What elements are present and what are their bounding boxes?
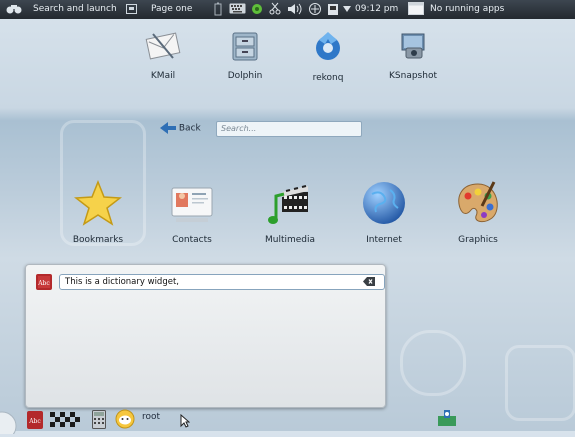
no-running-apps-label: No running apps [430,4,505,14]
user-label[interactable]: root [142,412,160,422]
updates-icon[interactable] [250,0,264,19]
category-contacts[interactable]: Contacts [152,180,232,245]
category-label: Graphics [458,235,498,245]
dictionary-widget: Abc This is a dictionary widget, [25,264,386,408]
svg-text:Abc: Abc [28,418,41,425]
clock[interactable]: 09:12 pm [355,0,398,19]
battery-icon[interactable] [214,0,222,19]
dictionary-applet-icon[interactable]: Abc [26,410,44,433]
category-label: Contacts [172,235,212,245]
dictionary-icon: Abc [35,273,53,294]
favorite-ksnapshot[interactable]: KSnapshot [378,30,448,81]
favorite-rekonq[interactable]: rekonq [293,30,363,83]
category-multimedia[interactable]: Multimedia [250,180,330,245]
favorite-label: KMail [150,71,176,81]
network-icon[interactable] [308,0,322,19]
category-graphics[interactable]: Graphics [438,180,518,245]
page-one-button[interactable]: Page one [151,0,192,19]
search-and-launch-button[interactable]: Search and launch [33,0,117,19]
file-cabinet-icon [229,32,261,65]
page-icon [126,0,137,19]
globe-icon [360,182,408,229]
mouse-cursor-icon [180,413,191,431]
category-label: Internet [366,235,402,245]
favorite-label: Dolphin [227,71,263,81]
kickoff-corner-icon[interactable] [0,408,18,437]
multimedia-icon [266,185,314,229]
top-panel: Search and launch Page one 09:12 pm No r… [0,0,575,19]
star-icon [73,179,123,229]
chevron-down-icon[interactable] [343,0,351,19]
clear-icon[interactable] [363,277,375,289]
contact-card-icon [168,187,216,229]
screenshot-icon [397,33,429,65]
categories-row: Bookmarks Contacts Multimedia Internet G… [0,179,575,260]
browser-icon [311,32,345,67]
taskbar-icon [408,0,424,19]
favorite-label: rekonq [312,73,344,83]
category-label: Bookmarks [72,235,124,245]
device-notifier-icon[interactable] [327,0,339,19]
binoculars-icon[interactable] [6,0,22,19]
network-tray-icon[interactable] [436,408,458,431]
category-label: Multimedia [264,235,316,245]
navigation-bar: Back Search... [0,120,575,140]
background-shape [400,330,466,396]
favorites-row: KMail Dolphin rekonq KSnapshot [0,20,575,110]
calculator-icon[interactable] [92,410,106,432]
category-bookmarks[interactable]: Bookmarks [58,179,138,245]
bottom-panel: Abc root [0,406,575,437]
mail-icon [145,32,181,65]
svg-text:Abc: Abc [37,280,50,287]
dictionary-input[interactable]: This is a dictionary widget, [59,274,385,290]
category-internet[interactable]: Internet [344,180,424,245]
favorite-kmail[interactable]: KMail [128,30,198,81]
back-button[interactable]: Back [160,122,201,134]
volume-icon[interactable] [287,0,303,19]
back-label: Back [178,123,201,134]
favorite-label: KSnapshot [389,71,437,81]
pager-icon[interactable] [50,412,86,433]
clipboard-scissors-icon[interactable] [269,0,281,19]
palette-icon [454,181,502,229]
favorite-dolphin[interactable]: Dolphin [210,30,280,81]
search-input[interactable]: Search... [216,121,362,137]
keyboard-icon[interactable] [229,0,246,19]
user-face-icon[interactable] [115,409,135,432]
